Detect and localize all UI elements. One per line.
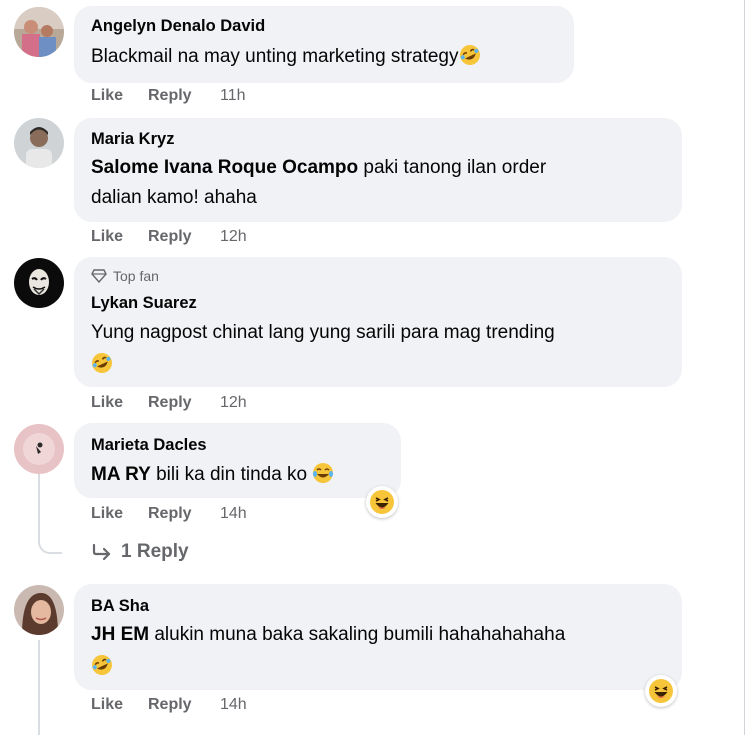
like-button[interactable]: Like [91,394,123,412]
reply-arrow-icon [92,543,111,561]
thread-connector [38,640,40,735]
comment-text-body: paki tanong ilan order [358,157,547,178]
avatar[interactable] [14,424,64,474]
comment-text: Blackmail na may unting marketing strate… [91,42,481,72]
comment-emoji-line [91,350,113,380]
mentioned-user[interactable]: MA RY [91,464,151,485]
mentioned-user[interactable]: Salome Ivana Roque Ocampo [91,157,358,178]
comment-timestamp[interactable]: 11h [220,87,246,105]
rolling-on-floor-laughing-emoji-icon [92,655,112,675]
comment-author[interactable]: BA Sha [91,597,149,616]
comment-author[interactable]: Marieta Dacles [91,436,207,455]
avatar[interactable] [14,7,64,57]
panel-border [744,0,745,735]
diamond-icon [91,269,107,283]
avatar[interactable] [14,585,64,635]
reply-button[interactable]: Reply [148,87,192,105]
view-replies-link[interactable]: 1 Reply [91,541,189,563]
haha-reaction-icon[interactable] [366,486,398,518]
like-button[interactable]: Like [91,696,123,714]
reply-button[interactable]: Reply [148,228,192,246]
top-fan-label: Top fan [113,268,159,284]
mentioned-user[interactable]: JH EM [91,624,149,645]
comment-author[interactable]: Maria Kryz [91,130,174,149]
top-fan-badge: Top fan [91,268,159,284]
reply-button[interactable]: Reply [148,394,192,412]
comment-timestamp[interactable]: 12h [220,394,247,412]
comment-text: JH EM alukin muna baka sakaling bumili h… [91,620,565,650]
like-button[interactable]: Like [91,505,123,523]
rolling-on-floor-laughing-emoji-icon [92,353,112,373]
reply-button[interactable]: Reply [148,505,192,523]
comment-author[interactable]: Angelyn Denalo David [91,17,265,36]
like-button[interactable]: Like [91,228,123,246]
comment-text-body: bili ka din tinda ko [150,464,308,485]
comment-timestamp[interactable]: 12h [220,228,247,246]
comment-text: Salome Ivana Roque Ocampo paki tanong il… [91,153,546,183]
avatar[interactable] [14,118,64,168]
reply-button[interactable]: Reply [148,696,192,714]
thread-connector-curve [38,534,62,554]
comment-timestamp[interactable]: 14h [220,696,247,714]
comment-author[interactable]: Lykan Suarez [91,294,197,313]
comment-text-line2: dalian kamo! ahaha [91,187,257,208]
rolling-on-floor-laughing-emoji-icon [459,45,480,65]
haha-reaction-icon[interactable] [645,675,677,707]
comment-text-body: alukin muna baka sakaling bumili hahahah… [149,624,566,645]
comment-text-body: Blackmail na may unting marketing strate… [91,46,459,67]
like-button[interactable]: Like [91,87,123,105]
comment-timestamp[interactable]: 14h [220,505,247,523]
face-with-tears-of-joy-emoji-icon [313,463,334,483]
comment-emoji-line [91,652,113,682]
comment-text: MA RY bili ka din tinda ko [91,460,334,490]
comment-text: Yung nagpost chinat lang yung sarili par… [91,322,555,343]
view-replies-label: 1 Reply [121,541,189,562]
avatar[interactable] [14,258,64,308]
